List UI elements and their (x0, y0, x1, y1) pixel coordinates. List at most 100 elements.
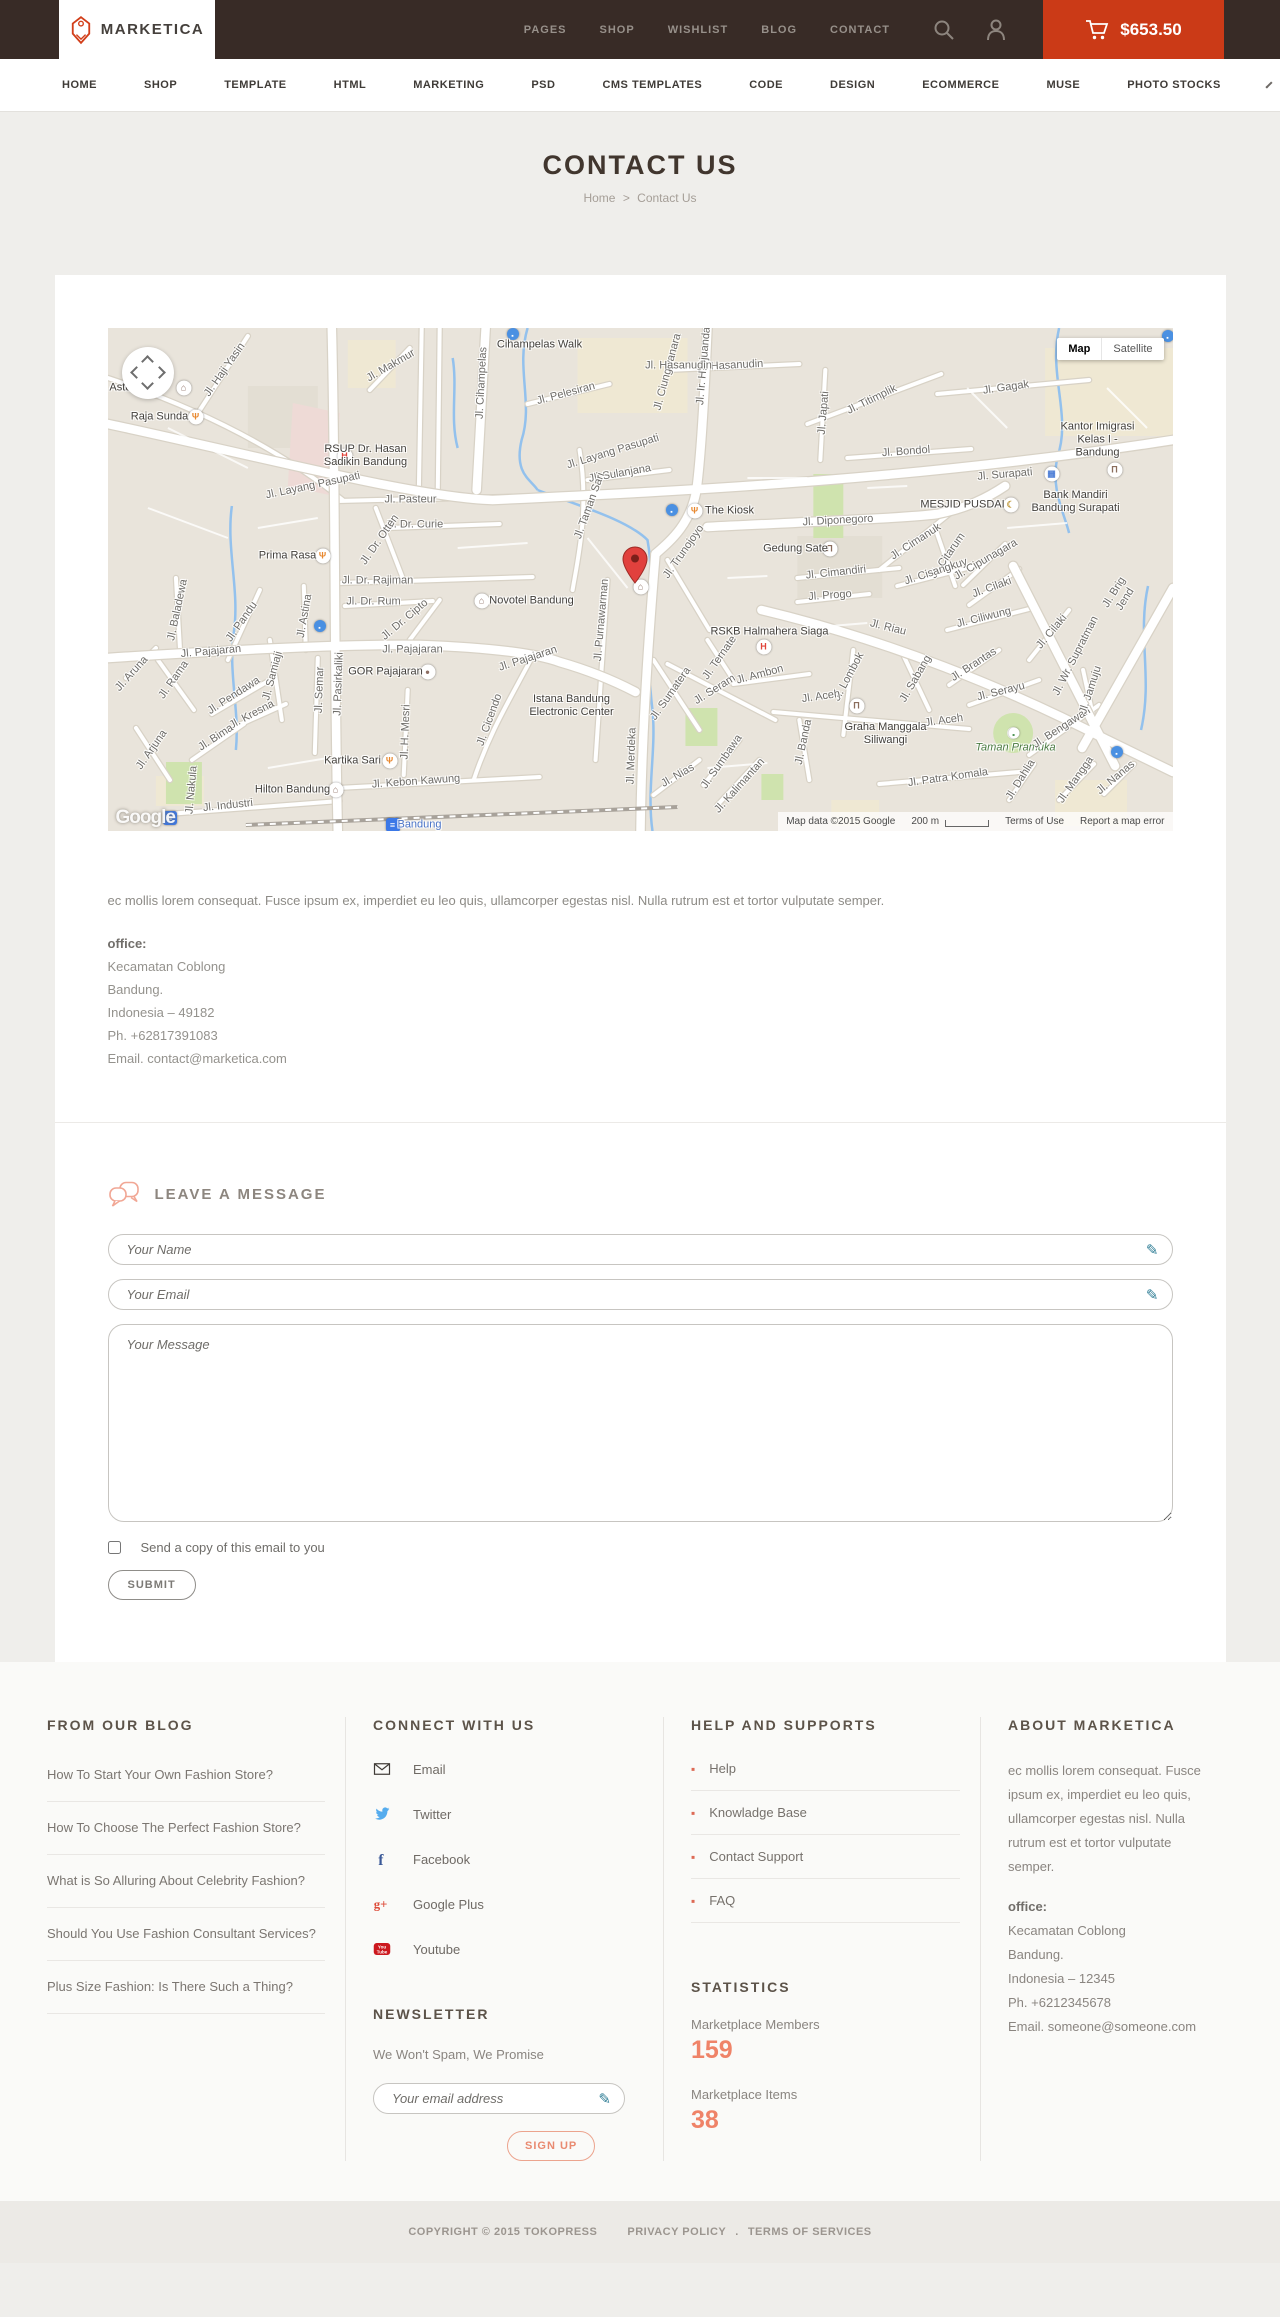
map-poi-icon (315, 548, 330, 564)
email-field-wrap: ✎ (107, 1279, 1173, 1310)
map-label: Istana Bandung Electronic Center (529, 693, 614, 718)
category-nav-link[interactable]: PHOTO STOCKS (1127, 79, 1221, 91)
help-link[interactable]: Knowladge Base (691, 1791, 960, 1835)
email-input[interactable] (107, 1279, 1173, 1310)
connect-heading: CONNECT WITH US (373, 1717, 536, 1733)
map-pan-control[interactable] (121, 347, 174, 399)
submit-button[interactable]: SUBMIT (107, 1570, 196, 1600)
pan-right-icon[interactable] (152, 366, 166, 379)
map-label: Bank Mandiri Bandung Surapati (1031, 489, 1120, 514)
map-poi-icon (1044, 466, 1059, 482)
help-link[interactable]: FAQ (691, 1879, 960, 1923)
map-label: Kantor Imigrasi Kelas I - Bandung (1060, 420, 1135, 459)
category-nav-link[interactable]: ECOMMERCE (922, 79, 999, 91)
map-button[interactable]: Map (1057, 338, 1102, 360)
category-nav-link[interactable]: DESIGN (830, 79, 875, 91)
cart-total: $653.50 (1120, 19, 1182, 39)
pan-left-icon[interactable] (129, 366, 143, 379)
blog-post-link[interactable]: How To Choose The Perfect Fashion Store? (47, 1802, 325, 1855)
pan-down-icon[interactable] (140, 377, 154, 390)
map-label: Jl. Hasanudin (645, 359, 712, 372)
statistics-heading: STATISTICS (691, 1979, 791, 1995)
top-nav-link[interactable]: SHOP (600, 24, 635, 36)
top-nav-link[interactable]: WISHLIST (668, 24, 729, 36)
category-nav-link[interactable]: CMS TEMPLATES (602, 79, 702, 91)
report-map-error-link[interactable]: Report a map error (1080, 816, 1164, 827)
map-poi-icon (687, 503, 702, 519)
map-marker-pin[interactable] (621, 546, 648, 584)
category-nav-link[interactable]: PSD (531, 79, 555, 91)
send-copy-row: Send a copy of this email to you (107, 1540, 1173, 1555)
logo[interactable]: MARKETICA (59, 0, 215, 59)
gplus (374, 1898, 388, 1912)
social-link[interactable]: Google Plus (373, 1895, 643, 1913)
more-categories-chevron-icon[interactable] (1265, 81, 1273, 89)
map-poi-icon (1003, 497, 1018, 513)
page-title: CONTACT US (542, 150, 738, 180)
google-map[interactable]: Cihampelas Walk Jl. Haji Yasin Aston Raja S… (107, 328, 1173, 831)
help-heading: HELP AND SUPPORTS (691, 1717, 877, 1733)
category-nav-link[interactable]: TEMPLATE (224, 79, 286, 91)
blog-post-link[interactable]: Should You Use Fashion Consultant Servic… (47, 1908, 325, 1961)
search-icon[interactable] (932, 18, 955, 41)
top-nav: PAGES SHOP WISHLIST BLOG CONTACT (524, 0, 890, 59)
newsletter-field-wrap: ✎ (373, 2083, 625, 2114)
map-poi-icon (756, 639, 771, 655)
user-icon[interactable] (985, 18, 1007, 41)
blog-post-link[interactable]: What is So Alluring About Celebrity Fash… (47, 1855, 325, 1908)
category-nav-link[interactable]: MARKETING (413, 79, 484, 91)
satellite-button[interactable]: Satellite (1101, 338, 1164, 360)
privacy-policy-link[interactable]: PRIVACY POLICY (627, 2226, 726, 2238)
cart-button[interactable]: $653.50 (1043, 0, 1224, 59)
help-link[interactable]: Contact Support (691, 1835, 960, 1879)
map-poi-icon (188, 409, 203, 425)
message-textarea[interactable] (107, 1324, 1173, 1522)
social-icon (373, 1760, 391, 1778)
terms-of-services-link[interactable]: TERMS OF SERVICES (748, 2226, 872, 2238)
newsletter-tagline: We Won't Spam, We Promise (373, 2047, 544, 2062)
social-link[interactable]: Email (373, 1760, 643, 1778)
category-nav-link[interactable]: HOME (62, 79, 97, 91)
top-nav-link[interactable]: BLOG (761, 24, 797, 36)
blog-post-link[interactable]: Plus Size Fashion: Is There Such a Thing… (47, 1961, 325, 2014)
map-data-credit: Map data ©2015 Google (786, 816, 896, 827)
top-nav-link[interactable]: PAGES (524, 24, 567, 36)
about-address-line: Indonesia – 12345 (1008, 1971, 1115, 1986)
map-label: RSUP Dr. Hasan Sadikin Bandung (323, 443, 408, 468)
help-link[interactable]: Help (691, 1747, 960, 1791)
social-link[interactable]: Facebook (373, 1850, 643, 1868)
map-label: Jl. Pajajaran (382, 643, 443, 656)
category-nav-link[interactable]: CODE (749, 79, 783, 91)
social-link[interactable]: Twitter (373, 1805, 643, 1823)
name-input[interactable] (107, 1234, 1173, 1265)
blog-post-link[interactable]: How To Start Your Own Fashion Store? (47, 1749, 325, 1802)
map-label: Jl. Pasirkaliki (330, 652, 346, 716)
form-heading: LEAVE A MESSAGE (108, 1181, 1173, 1208)
social-icon (373, 1850, 391, 1868)
map-label: Bandung (397, 818, 442, 831)
newsletter-email-input[interactable] (373, 2083, 625, 2114)
category-nav-link[interactable]: HTML (334, 79, 367, 91)
office-address: office: Kecamatan Coblong Bandung. Indones… (108, 932, 1173, 1070)
about-text: ec mollis lorem consequat. Fusce ipsum e… (1008, 1763, 1201, 1874)
terms-of-use-link[interactable]: Terms of Use (1005, 816, 1064, 827)
top-nav-link[interactable]: CONTACT (830, 24, 890, 36)
category-nav-link[interactable]: SHOP (144, 79, 177, 91)
category-nav-link[interactable]: MUSE (1046, 79, 1080, 91)
map-label: Novotel Bandung (489, 594, 574, 607)
pan-up-icon[interactable] (140, 355, 154, 368)
signup-button[interactable]: SIGN UP (507, 2131, 596, 2161)
stat-item: Marketplace Members 159 (691, 2017, 960, 2065)
map-label: Gedung Sate (763, 542, 828, 555)
breadcrumb-home[interactable]: Home (583, 191, 615, 205)
map-label: Jl. Pasteur (384, 493, 437, 506)
breadcrumb: Home > Contact Us (0, 191, 1280, 205)
map-label: Cihampelas Walk (496, 338, 583, 351)
map-label: Jl. H. Mesri (398, 704, 412, 760)
top-icons (932, 0, 1007, 59)
social-link[interactable]: Youtube (373, 1940, 643, 1958)
map-label: Jl. Semar (312, 666, 326, 714)
facebook (378, 1852, 384, 1868)
send-copy-checkbox[interactable] (107, 1541, 121, 1554)
map-scale: 200 m (911, 816, 990, 827)
